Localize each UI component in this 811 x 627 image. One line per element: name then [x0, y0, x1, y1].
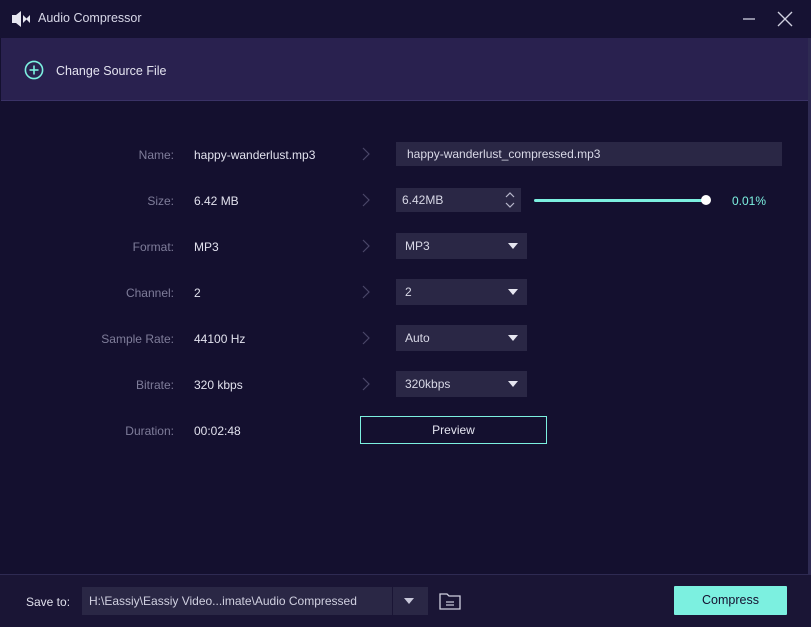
- chevron-right-icon: [362, 377, 370, 391]
- compress-button[interactable]: Compress: [674, 586, 787, 615]
- sample-rate-label: Sample Rate:: [101, 332, 174, 346]
- size-label: Size:: [147, 194, 174, 208]
- sample-rate-select[interactable]: Auto: [396, 325, 527, 351]
- minimize-icon[interactable]: [738, 8, 760, 30]
- sample-rate-value: 44100 Hz: [194, 332, 246, 346]
- channel-select[interactable]: 2: [396, 279, 527, 305]
- window-title: Audio Compressor: [38, 11, 142, 25]
- slider-track: [534, 199, 706, 202]
- folder-icon[interactable]: [438, 591, 462, 611]
- sample-rate-select-value: Auto: [405, 331, 430, 345]
- chevron-right-icon: [362, 285, 370, 299]
- change-source-file-button[interactable]: Change Source File: [56, 64, 166, 78]
- caret-down-icon: [508, 381, 518, 387]
- caret-down-icon: [508, 335, 518, 341]
- output-name-input[interactable]: happy-wanderlust_compressed.mp3: [396, 142, 782, 166]
- output-size-stepper[interactable]: 6.42MB: [396, 188, 521, 212]
- source-bar: Change Source File: [1, 38, 808, 101]
- slider-thumb[interactable]: [701, 195, 711, 205]
- name-label: Name:: [138, 148, 174, 162]
- caret-down-icon: [404, 598, 414, 604]
- channel-label: Channel:: [125, 286, 174, 300]
- duration-label: Duration:: [125, 424, 174, 438]
- bottom-bar: Save to: H:\Eassiy\Eassiy Video...imate\…: [0, 574, 811, 627]
- bitrate-select[interactable]: 320kbps: [396, 371, 527, 397]
- bitrate-select-value: 320kbps: [405, 377, 451, 391]
- audio-compressor-icon: [12, 11, 30, 27]
- title-bar: Audio Compressor: [0, 0, 811, 38]
- caret-down-icon: [508, 243, 518, 249]
- format-value: MP3: [194, 240, 219, 254]
- size-slider[interactable]: [534, 193, 716, 207]
- channel-value: 2: [194, 286, 201, 300]
- channel-select-value: 2: [405, 285, 412, 299]
- bitrate-label: Bitrate:: [135, 378, 174, 392]
- spin-down-icon[interactable]: [505, 202, 515, 209]
- chevron-right-icon: [362, 331, 370, 345]
- output-size-value: 6.42MB: [402, 193, 444, 207]
- save-path-value: H:\Eassiy\Eassiy Video...imate\Audio Com…: [89, 594, 357, 608]
- size-value: 6.42 MB: [194, 194, 239, 208]
- chevron-right-icon: [362, 193, 370, 207]
- format-select[interactable]: MP3: [396, 233, 527, 259]
- close-icon[interactable]: [774, 8, 796, 30]
- chevron-right-icon: [362, 147, 370, 161]
- save-to-label: Save to:: [26, 595, 71, 609]
- save-path-dropdown-button[interactable]: [392, 587, 428, 615]
- bitrate-value: 320 kbps: [194, 378, 243, 392]
- spin-up-icon[interactable]: [505, 191, 515, 198]
- format-label: Format:: [132, 240, 174, 254]
- format-select-value: MP3: [405, 239, 430, 253]
- save-path-select[interactable]: H:\Eassiy\Eassiy Video...imate\Audio Com…: [82, 587, 428, 615]
- name-value: happy-wanderlust.mp3: [194, 148, 316, 162]
- duration-value: 00:02:48: [194, 424, 241, 438]
- caret-down-icon: [508, 289, 518, 295]
- preview-button[interactable]: Preview: [360, 416, 547, 444]
- add-circle-icon[interactable]: [24, 60, 44, 80]
- size-percent: 0.01%: [732, 194, 767, 208]
- chevron-right-icon: [362, 239, 370, 253]
